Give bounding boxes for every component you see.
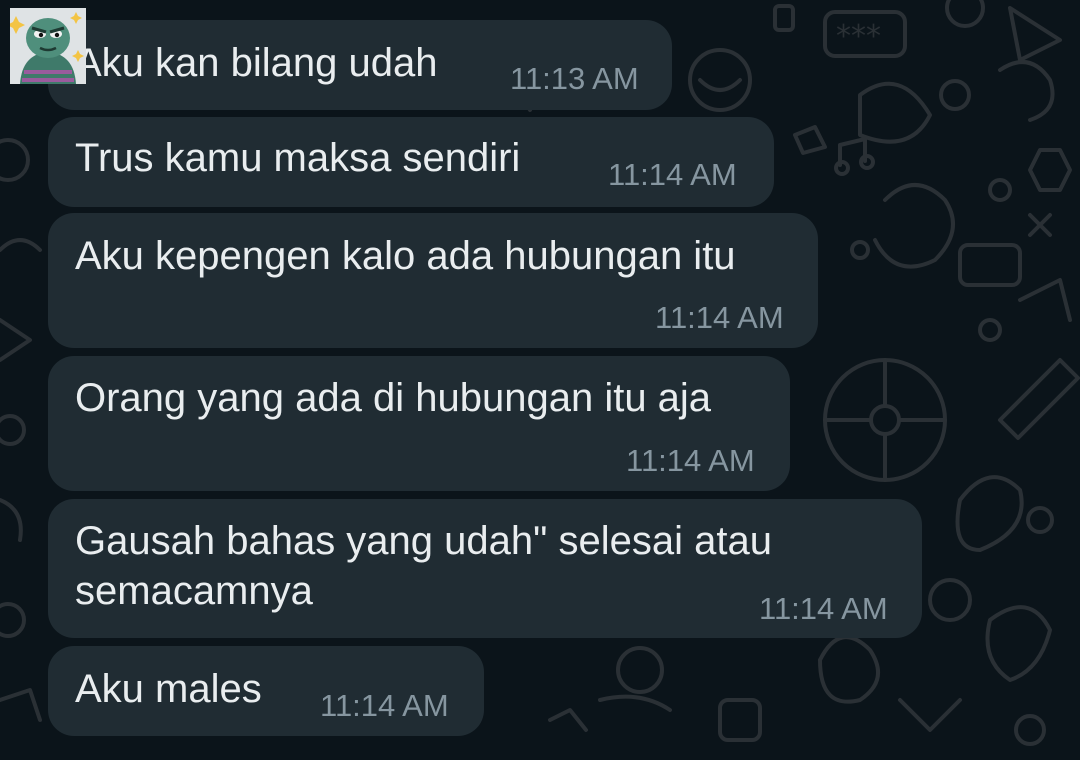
message-text: Trus kamu maksa sendiri: [75, 136, 521, 180]
message-bubble[interactable]: Aku males 11:14 AM: [48, 646, 484, 736]
message-text: Aku males: [75, 667, 262, 711]
message-bubble[interactable]: Aku kan bilang udah 11:13 AM: [48, 20, 672, 110]
message-bubble[interactable]: Aku kepengen kalo ada hubungan itu 11:14…: [48, 213, 818, 348]
message-timestamp: 11:14 AM: [759, 591, 888, 626]
message-timestamp: 11:14 AM: [320, 688, 449, 723]
message-bubble[interactable]: Trus kamu maksa sendiri 11:14 AM: [48, 117, 774, 207]
message-timestamp: 11:13 AM: [510, 61, 639, 96]
message-text: Orang yang ada di hubungan itu aja: [75, 376, 712, 420]
message-timestamp: 11:14 AM: [608, 157, 737, 192]
message-bubble[interactable]: Orang yang ada di hubungan itu aja 11:14…: [48, 356, 790, 491]
svg-text:***: ***: [836, 19, 881, 54]
message-timestamp: 11:14 AM: [655, 300, 784, 335]
sticker-avatar-icon: [10, 8, 86, 84]
message-text: Gausah bahas yang udah" selesai atau sem…: [75, 519, 772, 613]
message-bubble[interactable]: Gausah bahas yang udah" selesai atau sem…: [48, 499, 922, 638]
sender-avatar[interactable]: [10, 8, 86, 84]
message-timestamp: 11:14 AM: [626, 443, 755, 478]
message-text: Aku kan bilang udah: [75, 41, 438, 85]
message-text: Aku kepengen kalo ada hubungan itu: [75, 234, 736, 278]
